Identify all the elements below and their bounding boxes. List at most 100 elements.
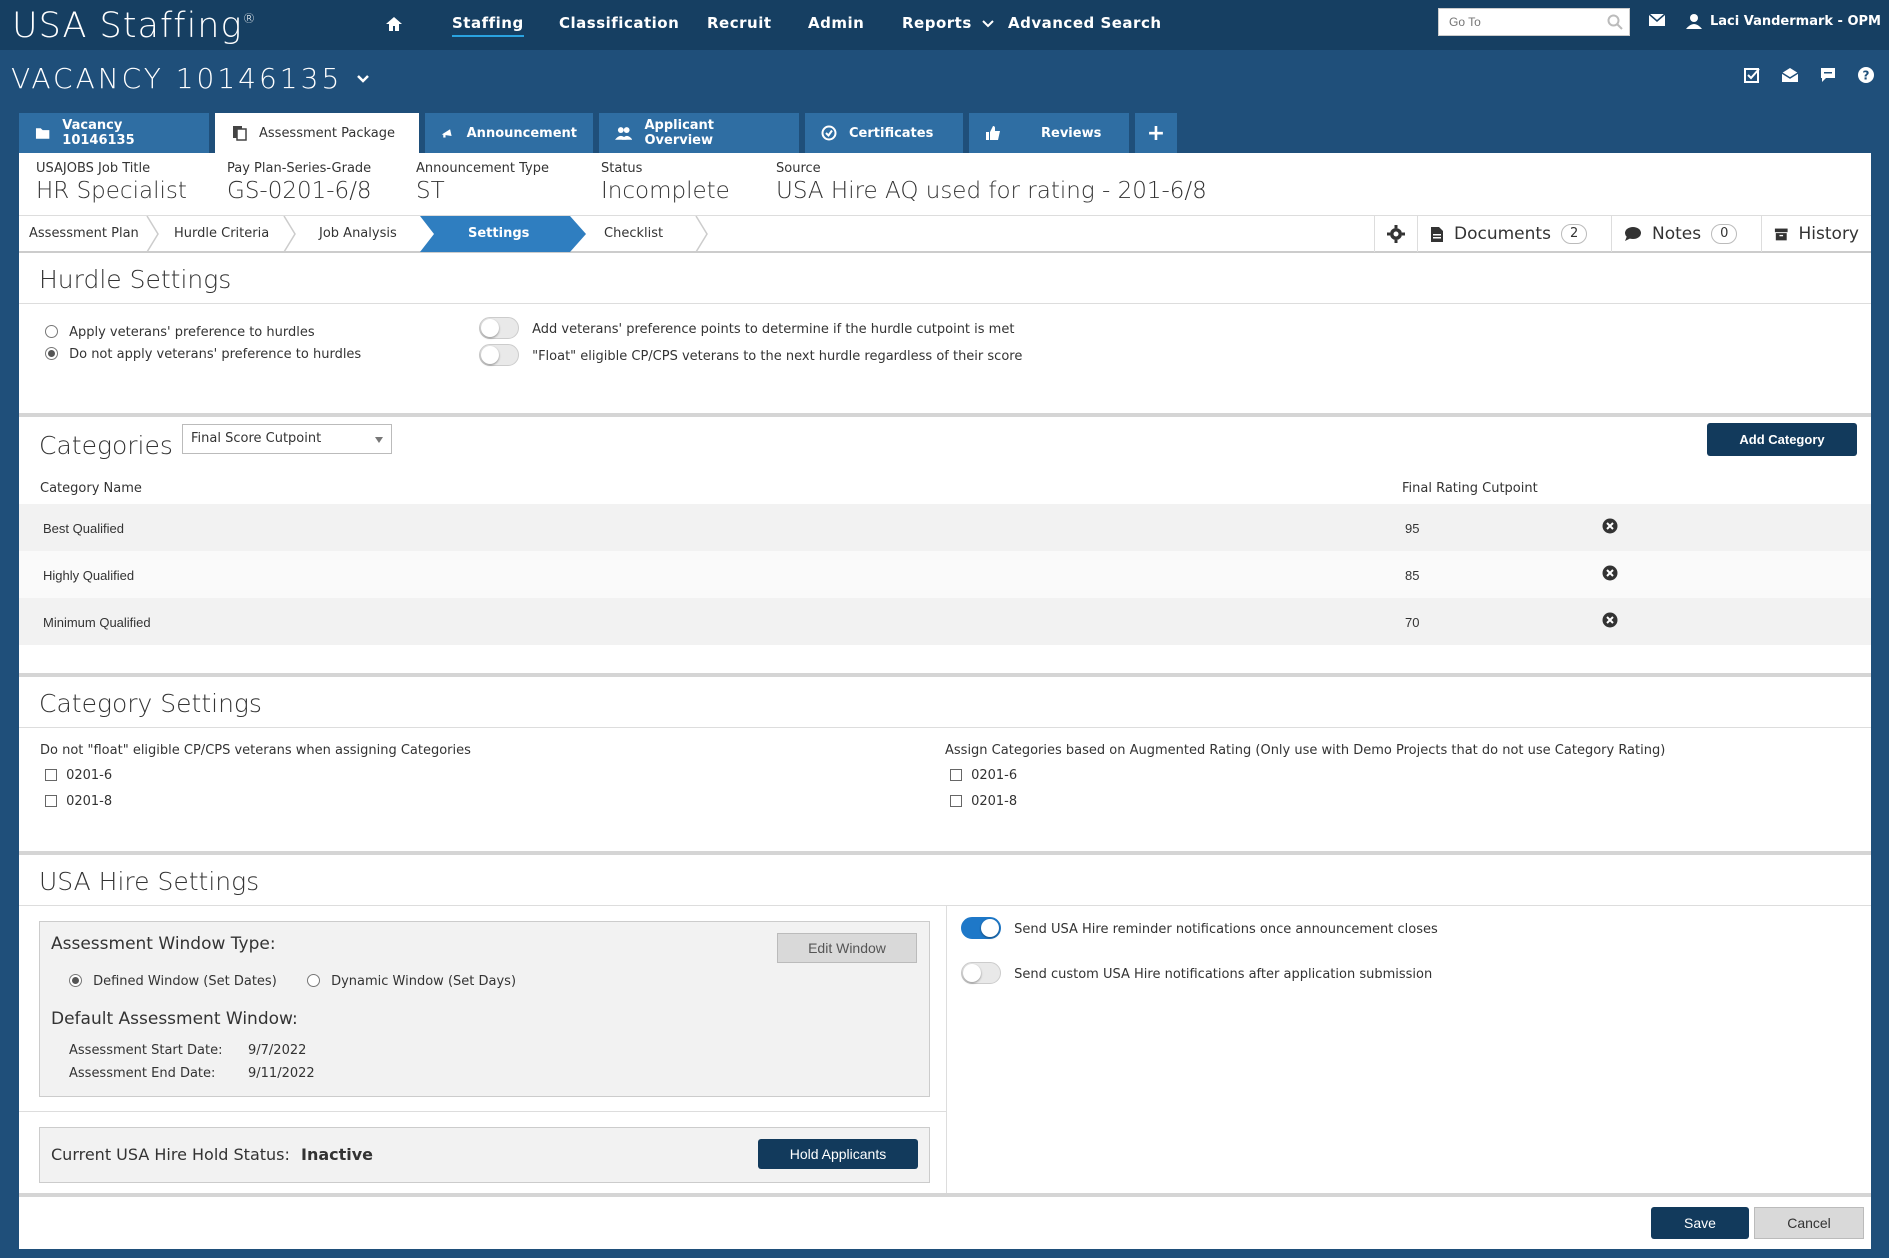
vacancy-info: USAJOBS Job Title HR Specialist Pay Plan…: [19, 153, 1871, 215]
mail-icon[interactable]: [1648, 13, 1666, 27]
radio-button-selected[interactable]: [45, 347, 58, 360]
radio-button[interactable]: [307, 974, 320, 987]
edit-window-button[interactable]: Edit Window: [777, 933, 917, 963]
tab-applicant-overview[interactable]: Applicant Overview: [599, 113, 799, 153]
help-icon[interactable]: ?: [1857, 66, 1875, 84]
documents-count: 2: [1560, 224, 1588, 244]
categories-title: Categories: [39, 431, 173, 460]
table-row: Minimum Qualified 70: [19, 598, 1871, 645]
assessment-steps: Assessment Plan Hurdle Criteria Job Anal…: [19, 215, 1871, 253]
megaphone-icon: [441, 129, 452, 138]
archive-icon: [1774, 228, 1788, 241]
radio-not-apply-vp[interactable]: Do not apply veterans' preference to hur…: [45, 343, 361, 362]
step-settings[interactable]: Settings: [468, 216, 529, 252]
history-tool[interactable]: History: [1761, 216, 1871, 252]
add-category-button[interactable]: Add Category: [1707, 423, 1857, 456]
documents-tool[interactable]: Documents 2: [1417, 216, 1611, 252]
users-icon: [615, 127, 633, 140]
toggle-switch-on[interactable]: [961, 917, 1001, 939]
toggle-switch[interactable]: [961, 962, 1001, 984]
tab-reviews[interactable]: Reviews: [969, 113, 1129, 153]
add-tab-button[interactable]: +: [1135, 113, 1177, 153]
step-job-analysis[interactable]: Job Analysis: [319, 216, 397, 252]
chevron-down-icon: [981, 20, 994, 28]
toggle-add-vp-points[interactable]: Add veterans' preference points to deter…: [479, 317, 1014, 339]
checklist-icon[interactable]: [1743, 66, 1761, 84]
checkbox-augmented-0201-8[interactable]: 0201-8: [950, 790, 1017, 809]
toggle-custom-notifications[interactable]: Send custom USA Hire notifications after…: [961, 962, 1432, 984]
table-row: Best Qualified 95: [19, 504, 1871, 551]
tab-vacancy[interactable]: Vacancy 10146135: [19, 113, 209, 153]
radio-defined-window[interactable]: Defined Window (Set Dates): [69, 970, 277, 989]
nav-staffing[interactable]: Staffing: [452, 14, 524, 37]
checkbox-augmented-0201-6[interactable]: 0201-6: [950, 764, 1017, 783]
end-date-value: 9/11/2022: [248, 1066, 315, 1081]
tab-announcement[interactable]: Announcement: [425, 113, 593, 153]
envelope-open-icon[interactable]: [1781, 66, 1799, 84]
nav-admin[interactable]: Admin: [808, 14, 864, 32]
toggle-reminder-notifications[interactable]: Send USA Hire reminder notifications onc…: [961, 917, 1438, 939]
tab-certificates[interactable]: Certificates: [805, 113, 963, 153]
nav-recruit[interactable]: Recruit: [707, 14, 772, 32]
nav-advanced-search[interactable]: Advanced Search: [1008, 14, 1162, 32]
chat-icon[interactable]: [1819, 66, 1837, 84]
checkbox-no-float-0201-8[interactable]: 0201-8: [45, 790, 112, 809]
vacancy-title[interactable]: VACANCY 10146135: [11, 62, 370, 95]
checkbox-no-float-0201-6[interactable]: 0201-6: [45, 764, 112, 783]
hold-status-value: Inactive: [300, 1145, 374, 1164]
info-job-title: USAJOBS Job Title HR Specialist: [36, 161, 187, 204]
nav-classification[interactable]: Classification: [559, 14, 679, 32]
checkbox[interactable]: [950, 768, 962, 781]
start-date-value: 9/7/2022: [248, 1043, 307, 1058]
remove-circle-icon[interactable]: [1602, 565, 1618, 581]
step-separator-icon: [283, 216, 296, 252]
window-type-label: Assessment Window Type:: [51, 934, 276, 954]
augmented-rating-label: Assign Categories based on Augmented Rat…: [945, 743, 1666, 758]
step-separator-icon: [146, 216, 159, 252]
remove-circle-icon[interactable]: [1602, 612, 1618, 628]
hold-applicants-button[interactable]: Hold Applicants: [758, 1139, 918, 1169]
step-assessment-plan[interactable]: Assessment Plan: [29, 216, 139, 252]
end-date-label: Assessment End Date:: [69, 1066, 216, 1081]
info-source: Source USA Hire AQ used for rating - 201…: [776, 161, 1207, 204]
notes-count: 0: [1711, 224, 1738, 244]
search-icon[interactable]: [1607, 14, 1623, 30]
vertical-divider: [946, 905, 947, 1193]
nav-reports[interactable]: Reports: [902, 14, 994, 32]
speech-bubble-icon: [1625, 227, 1641, 241]
user-icon: [1686, 14, 1702, 29]
radio-button-selected[interactable]: [69, 974, 82, 987]
toggle-switch[interactable]: [479, 317, 519, 339]
radio-dynamic-window[interactable]: Dynamic Window (Set Days): [307, 970, 516, 989]
goto-box: [1438, 8, 1630, 36]
check-circle-icon: [821, 125, 837, 141]
save-button[interactable]: Save: [1651, 1207, 1749, 1239]
toggle-float-veterans[interactable]: "Float" eligible CP/CPS veterans to the …: [479, 344, 1022, 366]
checkbox[interactable]: [45, 768, 57, 781]
step-hurdle-criteria[interactable]: Hurdle Criteria: [174, 216, 269, 252]
goto-input[interactable]: [1439, 9, 1599, 35]
category-type-select[interactable]: Final Score Cutpoint: [182, 424, 392, 454]
divider: [19, 727, 1871, 728]
cancel-button[interactable]: Cancel: [1754, 1207, 1864, 1239]
usa-hire-title: USA Hire Settings: [39, 867, 260, 896]
default-window-label: Default Assessment Window:: [51, 1009, 298, 1029]
radio-apply-vp[interactable]: Apply veterans' preference to hurdles: [45, 321, 315, 340]
step-checklist[interactable]: Checklist: [604, 216, 663, 252]
column-header-cutpoint: Final Rating Cutpoint: [1402, 481, 1538, 496]
toggle-switch[interactable]: [479, 344, 519, 366]
column-header-category-name: Category Name: [40, 481, 142, 496]
settings-tool[interactable]: [1374, 216, 1417, 252]
remove-circle-icon[interactable]: [1602, 518, 1618, 534]
tab-assessment-package[interactable]: Assessment Package: [215, 113, 419, 153]
chevron-down-icon: [357, 74, 370, 83]
radio-button[interactable]: [45, 325, 58, 338]
home-icon[interactable]: [384, 14, 404, 34]
brand-logo[interactable]: USA Staffing®: [12, 6, 257, 46]
checkbox[interactable]: [45, 794, 57, 807]
user-menu[interactable]: Laci Vandermark - OPM: [1686, 13, 1881, 29]
notes-tool[interactable]: Notes 0: [1611, 216, 1761, 252]
assessment-window-box: Assessment Window Type: Edit Window Defi…: [39, 921, 930, 1097]
hurdle-settings-section: Hurdle Settings Apply veterans' preferen…: [19, 253, 1871, 417]
checkbox[interactable]: [950, 794, 962, 807]
